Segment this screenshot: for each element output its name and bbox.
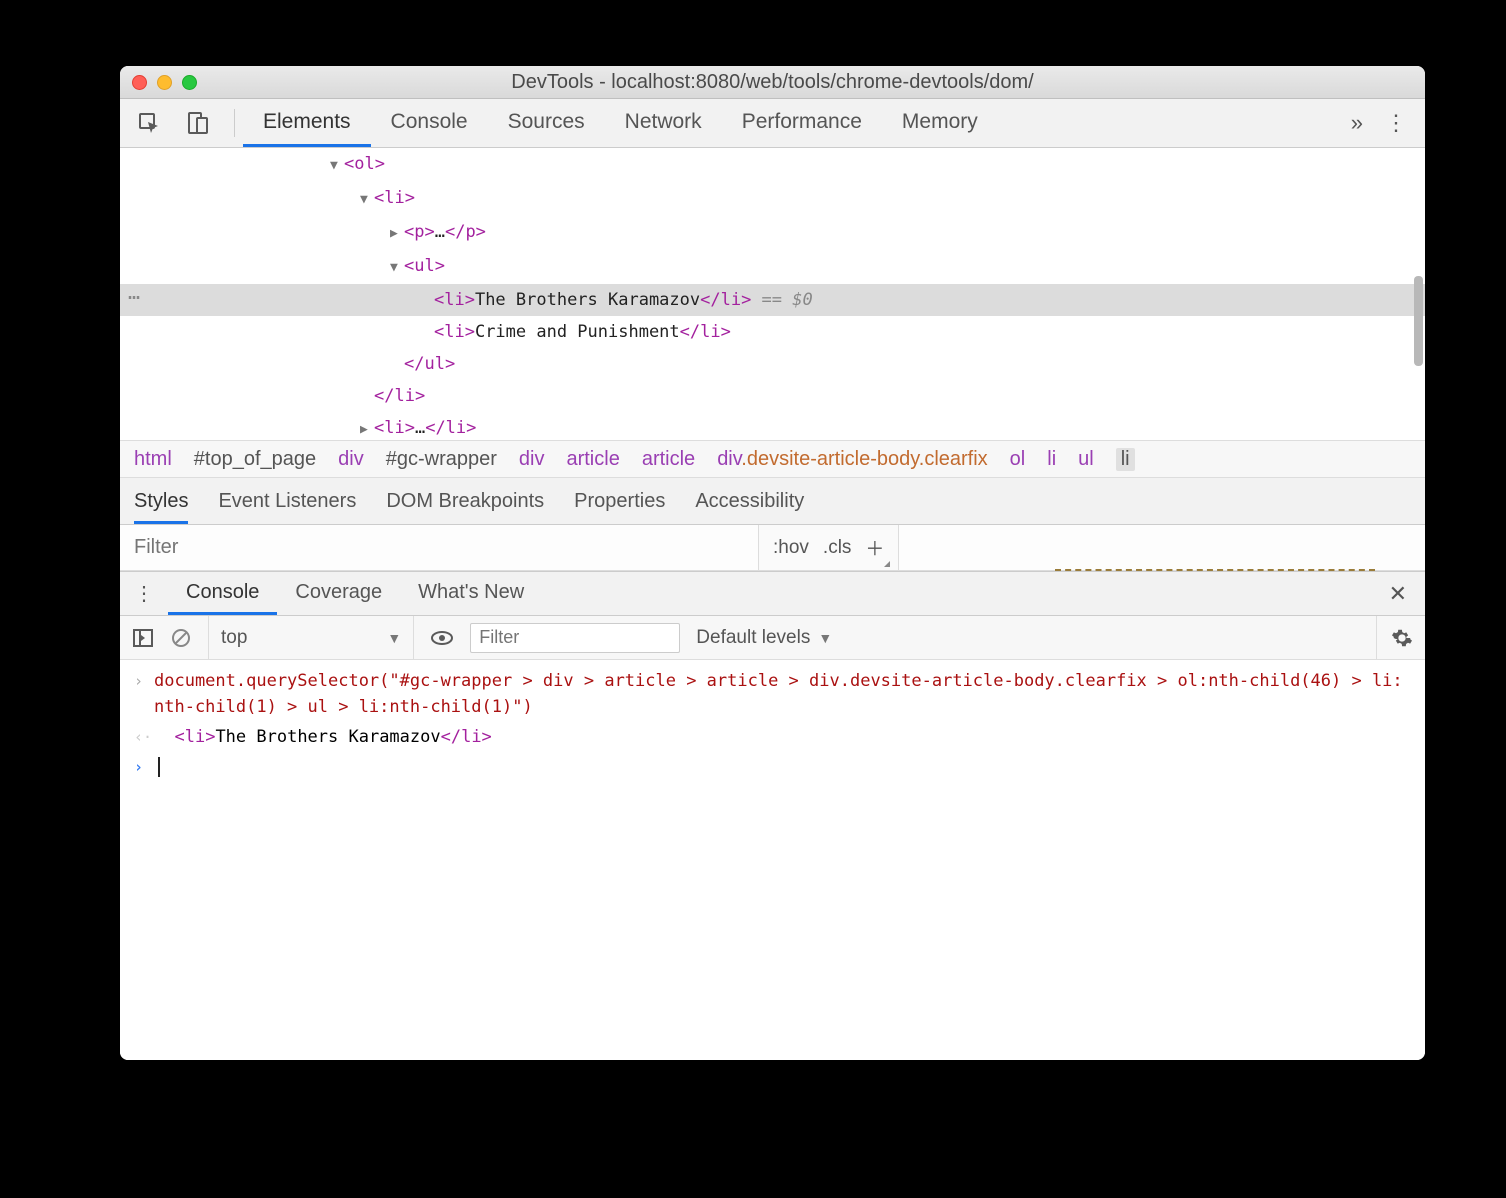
dom-tree-row[interactable]: ▼<ol> (120, 148, 1425, 182)
breadcrumb-item[interactable]: #top_of_page (194, 448, 316, 471)
breadcrumb-item[interactable]: #gc-wrapper (386, 448, 497, 471)
devtools-window: DevTools - localhost:8080/web/tools/chro… (120, 66, 1425, 1060)
prompt-chevron-icon: › (134, 754, 154, 780)
elements-subtabs: Styles Event Listeners DOM Breakpoints Prop… (120, 478, 1425, 525)
breadcrumb-item[interactable]: li (1047, 448, 1056, 471)
drawer-tab-what-s-new[interactable]: What's New (400, 572, 542, 615)
zoom-window-button[interactable] (182, 75, 197, 90)
drawer-tabbar: ⋮ ConsoleCoverageWhat's New ✕ (120, 572, 1425, 616)
window-title: DevTools - localhost:8080/web/tools/chro… (120, 71, 1425, 94)
log-levels-select[interactable]: Default levels▼ (696, 627, 832, 649)
titlebar: DevTools - localhost:8080/web/tools/chro… (120, 66, 1425, 99)
clear-console-icon[interactable] (170, 627, 192, 649)
subtab-styles[interactable]: Styles (134, 478, 188, 524)
output-chevron-icon: ‹· (134, 724, 154, 750)
dom-tree-row[interactable]: ▶<li>…</li> (120, 412, 1425, 440)
console-output[interactable]: › document.querySelector("#gc-wrapper > … (120, 660, 1425, 1060)
drawer-tab-console[interactable]: Console (168, 572, 277, 615)
box-model-fragment (1055, 569, 1375, 573)
subtab-properties[interactable]: Properties (574, 490, 665, 513)
drawer-tab-coverage[interactable]: Coverage (277, 572, 400, 615)
styles-toolbar: :hov .cls ＋ (120, 525, 1425, 571)
close-drawer-button[interactable]: ✕ (1371, 581, 1425, 607)
console-sidebar-toggle-icon[interactable] (132, 627, 154, 649)
main-tabbar: ElementsConsoleSourcesNetworkPerformance… (120, 99, 1425, 148)
scrollbar-thumb[interactable] (1414, 276, 1423, 366)
breadcrumb-item[interactable]: ul (1078, 448, 1094, 471)
elements-dom-tree[interactable]: … ▼<ol>▼<li>▶<p>…</p>▼<ul><li>The Brothe… (120, 148, 1425, 440)
dom-tree-row[interactable]: </ul> (120, 348, 1425, 380)
breadcrumb-item[interactable]: ol (1010, 448, 1026, 471)
execution-context-select[interactable]: top▼ (208, 616, 414, 659)
breadcrumb-item[interactable]: html (134, 448, 172, 471)
breadcrumb-item[interactable]: div (338, 448, 364, 471)
toggle-hover-button[interactable]: :hov (773, 537, 809, 559)
inspect-element-icon[interactable] (132, 107, 166, 139)
main-menu-icon[interactable]: ⋮ (1385, 110, 1407, 136)
tab-performance[interactable]: Performance (722, 99, 882, 147)
console-toolbar: top▼ Default levels▼ (120, 616, 1425, 660)
tab-console[interactable]: Console (371, 99, 488, 147)
console-output-line: ‹· <li>The Brothers Karamazov</li> (120, 722, 1425, 752)
console-drawer: ⋮ ConsoleCoverageWhat's New ✕ top▼ Defau… (120, 571, 1425, 1060)
breadcrumb-item[interactable]: div (519, 448, 545, 471)
more-tabs-icon[interactable]: » (1351, 110, 1363, 136)
input-chevron-icon: › (134, 668, 154, 694)
dom-tree-row[interactable]: ▼<li> (120, 182, 1425, 216)
dom-tree-row[interactable]: <li>Crime and Punishment</li> (120, 316, 1425, 348)
console-prompt-line[interactable]: › (120, 752, 1425, 782)
dom-tree-row[interactable]: ▼<ul> (120, 250, 1425, 284)
selected-line-gutter-icon[interactable]: … (128, 276, 140, 308)
dom-tree-row[interactable]: <li>The Brothers Karamazov</li> == $0 (120, 284, 1425, 316)
console-filter-input[interactable] (470, 623, 680, 653)
tab-elements[interactable]: Elements (243, 99, 371, 147)
drawer-menu-icon[interactable]: ⋮ (120, 581, 168, 606)
breadcrumb-item[interactable]: article (642, 448, 695, 471)
tab-network[interactable]: Network (605, 99, 722, 147)
console-input-line: › document.querySelector("#gc-wrapper > … (120, 666, 1425, 722)
device-toolbar-icon[interactable] (180, 107, 214, 139)
subtab-accessibility[interactable]: Accessibility (695, 490, 804, 513)
dom-breadcrumb[interactable]: html #top_of_page div #gc-wrapper div article… (120, 440, 1425, 478)
close-window-button[interactable] (132, 75, 147, 90)
subtab-event-listeners[interactable]: Event Listeners (218, 490, 356, 513)
breadcrumb-item[interactable]: article (566, 448, 619, 471)
traffic-lights (120, 75, 197, 90)
tab-sources[interactable]: Sources (488, 99, 605, 147)
live-expression-icon[interactable] (430, 627, 454, 649)
new-style-rule-button[interactable]: ＋ (865, 534, 884, 561)
dom-tree-row[interactable]: ▶<p>…</p> (120, 216, 1425, 250)
dom-tree-row[interactable]: </li> (120, 380, 1425, 412)
console-settings-icon[interactable] (1376, 616, 1413, 659)
toggle-class-button[interactable]: .cls (823, 537, 852, 559)
breadcrumb-item[interactable]: div.devsite-article-body.clearfix (717, 448, 987, 471)
tab-memory[interactable]: Memory (882, 99, 998, 147)
minimize-window-button[interactable] (157, 75, 172, 90)
subtab-dom-breakpoints[interactable]: DOM Breakpoints (386, 490, 544, 513)
breadcrumb-item[interactable]: li (1116, 448, 1135, 471)
